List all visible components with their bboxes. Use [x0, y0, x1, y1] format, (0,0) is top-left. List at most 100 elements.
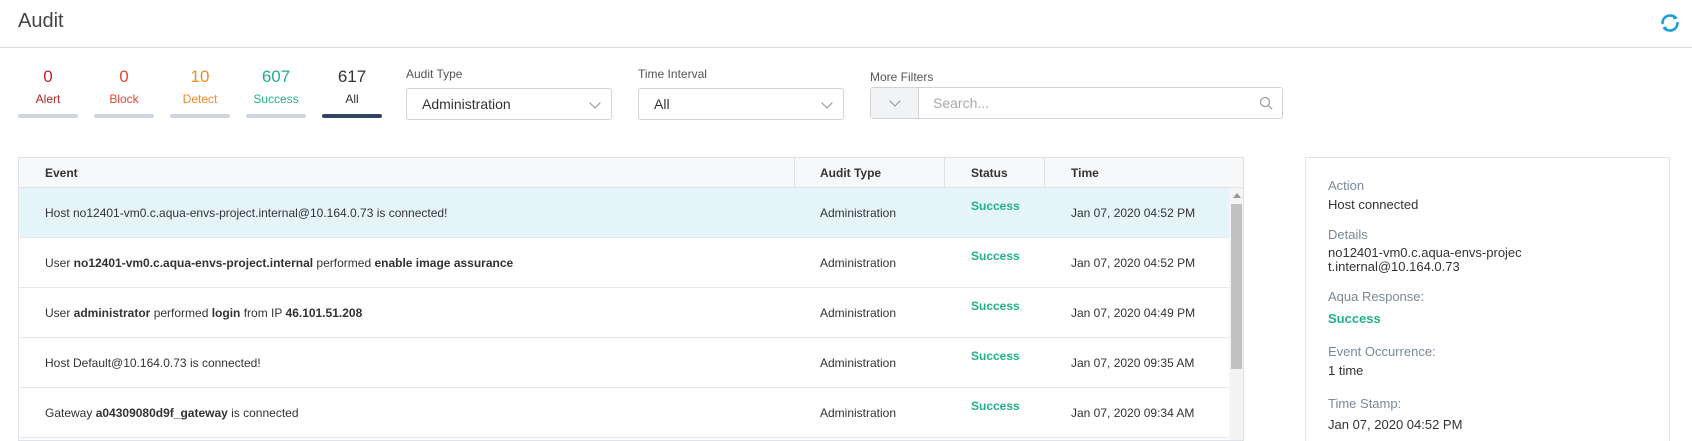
audit-type-value: Administration: [422, 96, 511, 112]
audit-type-cell: Administration: [820, 356, 897, 370]
scrollbar-thumb[interactable]: [1231, 204, 1242, 369]
time-stamp-label: Time Stamp:: [1328, 396, 1402, 411]
column-header-event[interactable]: Event: [45, 158, 78, 188]
column-header-audit-type[interactable]: Audit Type: [820, 158, 881, 188]
counter-value: 0: [43, 67, 53, 86]
event-text: User: [45, 256, 74, 270]
search-input[interactable]: [933, 92, 1253, 114]
time-stamp-value: Jan 07, 2020 04:52 PM: [1328, 417, 1463, 432]
time-cell: Jan 07, 2020 04:52 PM: [1071, 256, 1196, 270]
chevron-down-icon: [889, 95, 901, 107]
audit-table: Event Audit Type Status Time Host no1240…: [18, 157, 1244, 441]
event-text: User: [45, 306, 74, 320]
event-cell: User no12401-vm0.c.aqua-envs-project.int…: [45, 238, 513, 288]
counter-label: Success: [253, 92, 299, 106]
details-label: Details: [1328, 227, 1368, 242]
status-cell: Success: [971, 299, 1020, 313]
event-text: performed: [313, 256, 375, 270]
aqua-response-label: Aqua Response:: [1328, 289, 1425, 304]
event-highlight: a04309080d9f_gateway: [95, 406, 228, 420]
chevron-down-icon: [589, 97, 601, 109]
counter-label: Block: [109, 92, 139, 106]
details-value: no12401-vm0.c.aqua-envs-project.internal…: [1328, 245, 1522, 274]
event-occurrence-value: 1 time: [1328, 363, 1364, 378]
table-scrollbar[interactable]: [1229, 188, 1243, 440]
event-text: is connected: [227, 406, 299, 420]
counter-underline: [170, 114, 230, 118]
event-cell: Host Default@10.164.0.73 is connected!: [45, 338, 261, 388]
column-divider: [944, 158, 945, 188]
counter-value: 0: [119, 67, 129, 86]
event-text: Host no12401-vm0.c.aqua-envs-project.int…: [45, 206, 448, 220]
action-value: Host connected: [1328, 197, 1419, 212]
event-text: from IP: [240, 306, 286, 320]
table-row[interactable]: User administrator performed login from …: [19, 288, 1229, 338]
event-cell: User administrator performed login from …: [45, 288, 362, 338]
counter-detect[interactable]: 10 Detect: [170, 66, 230, 118]
time-interval-label: Time Interval: [638, 67, 707, 81]
column-header-status[interactable]: Status: [971, 158, 1008, 188]
counter-block[interactable]: 0 Block: [94, 66, 154, 118]
column-header-time[interactable]: Time: [1071, 158, 1099, 188]
audit-type-cell: Administration: [820, 306, 897, 320]
status-cell: Success: [971, 399, 1020, 413]
event-highlight: enable image assurance: [374, 256, 514, 270]
table-row[interactable]: Host no12401-vm0.c.aqua-envs-project.int…: [19, 188, 1229, 238]
counter-value: 10: [190, 67, 210, 86]
scroll-up-arrow-icon[interactable]: [1233, 193, 1241, 198]
counter-alert[interactable]: 0 Alert: [18, 66, 78, 118]
table-row[interactable]: User no12401-vm0.c.aqua-envs-project.int…: [19, 238, 1229, 288]
time-cell: Jan 07, 2020 09:34 AM: [1071, 406, 1195, 420]
event-occurrence-label: Event Occurrence:: [1328, 344, 1436, 359]
status-cell: Success: [971, 199, 1020, 213]
status-cell: Success: [971, 249, 1020, 263]
counter-label: Alert: [35, 92, 61, 106]
column-divider: [794, 158, 795, 188]
event-highlight: 46.101.51.208: [285, 306, 363, 320]
counter-value: 617: [337, 67, 367, 86]
counter-success[interactable]: 607 Success: [246, 66, 306, 118]
filter-dropdown[interactable]: [871, 88, 919, 118]
event-cell: Host no12401-vm0.c.aqua-envs-project.int…: [45, 188, 447, 238]
more-filters-label: More Filters: [870, 70, 934, 84]
counter-underline: [246, 114, 306, 118]
more-filters-box: [870, 87, 1283, 119]
counter-underline: [18, 114, 78, 118]
table-row[interactable]: Gateway a04309080d9f_gateway is connecte…: [19, 388, 1229, 438]
audit-type-label: Audit Type: [406, 67, 463, 81]
refresh-icon[interactable]: [1658, 11, 1682, 35]
counter-underline: [322, 114, 382, 118]
audit-type-cell: Administration: [820, 206, 897, 220]
audit-type-select[interactable]: Administration: [406, 88, 612, 120]
chevron-down-icon: [821, 97, 833, 109]
counter-label: All: [345, 92, 359, 106]
status-cell: Success: [971, 349, 1020, 363]
audit-type-cell: Administration: [820, 256, 897, 270]
counter-all[interactable]: 617 All: [322, 66, 382, 118]
time-cell: Jan 07, 2020 09:35 AM: [1071, 356, 1195, 370]
event-highlight: administrator: [73, 306, 151, 320]
event-text: Gateway: [45, 406, 96, 420]
counter-underline: [94, 114, 154, 118]
counter-value: 607: [261, 67, 291, 86]
time-cell: Jan 07, 2020 04:49 PM: [1071, 306, 1196, 320]
event-highlight: no12401-vm0.c.aqua-envs-project.internal: [73, 256, 314, 270]
search-icon[interactable]: [1259, 96, 1273, 110]
audit-type-cell: Administration: [820, 406, 897, 420]
page-title: Audit: [18, 10, 64, 32]
top-bar: Audit: [0, 0, 1692, 48]
event-text: performed: [150, 306, 212, 320]
time-interval-select[interactable]: All: [638, 88, 844, 120]
action-label: Action: [1328, 178, 1365, 193]
event-highlight: login: [211, 306, 241, 320]
table-row[interactable]: Host Default@10.164.0.73 is connected! A…: [19, 338, 1229, 388]
column-divider: [1044, 158, 1045, 188]
time-cell: Jan 07, 2020 04:52 PM: [1071, 206, 1196, 220]
aqua-response-value: Success: [1328, 311, 1381, 326]
time-interval-value: All: [654, 96, 670, 112]
event-text: Host Default@10.164.0.73 is connected!: [45, 356, 261, 370]
table-header: Event Audit Type Status Time: [19, 158, 1243, 188]
counter-label: Detect: [182, 92, 218, 106]
event-detail-panel: Action Host connected Details no12401-vm…: [1305, 157, 1670, 441]
event-cell: Gateway a04309080d9f_gateway is connecte…: [45, 388, 299, 438]
